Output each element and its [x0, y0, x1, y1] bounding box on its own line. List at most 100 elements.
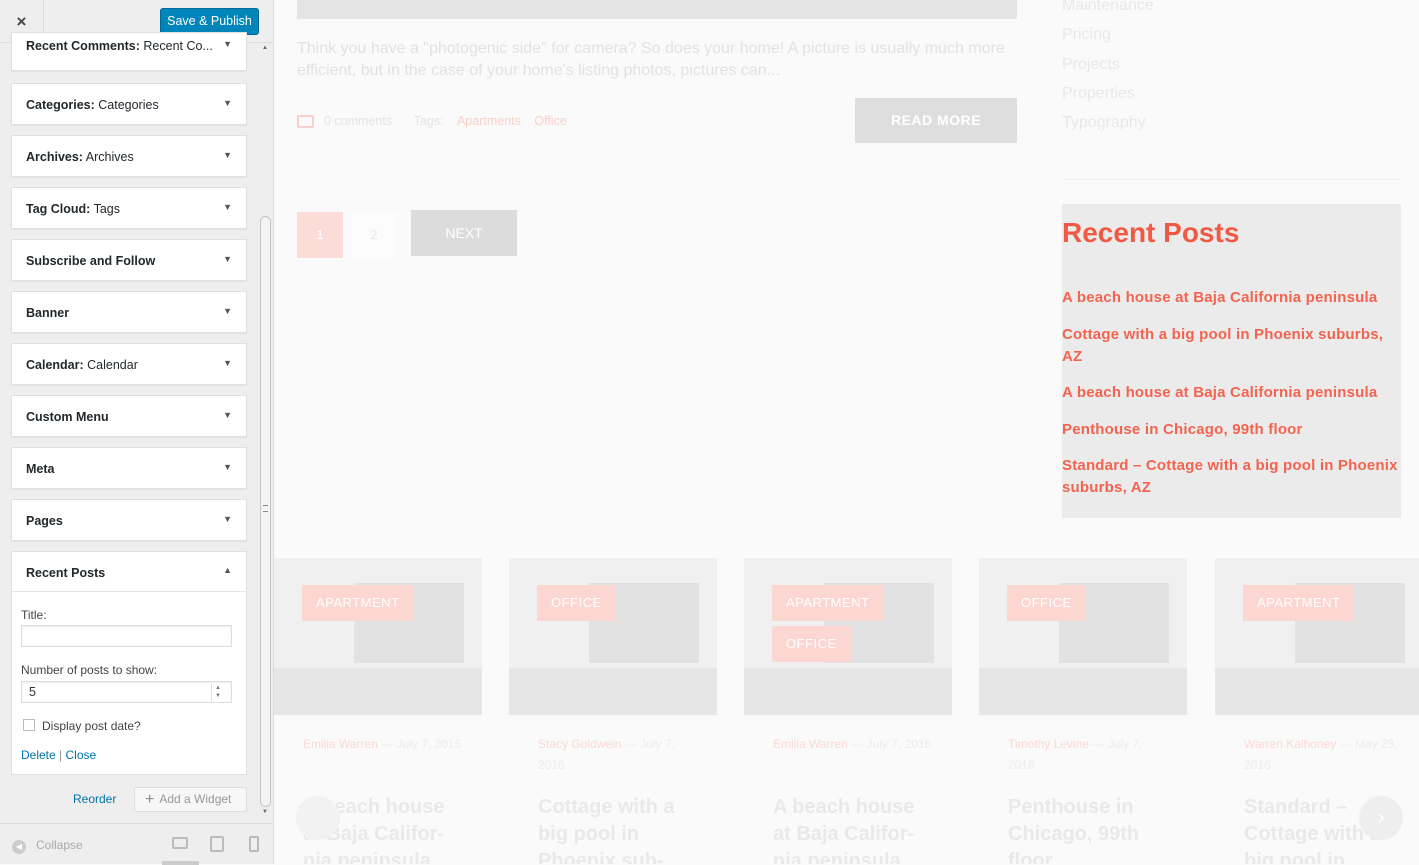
tag-link[interactable]: Office [534, 114, 566, 128]
carousel-next-icon[interactable]: › [1359, 796, 1403, 840]
expand-arrow-icon[interactable]: ▼ [223, 514, 232, 524]
property-card[interactable]: OFFICE Stacy Goldwein — July 7, 2016 Cot… [509, 558, 717, 864]
property-tag[interactable]: OFFICE [537, 585, 616, 621]
title-field-label: Title: [21, 608, 47, 622]
recent-post-link[interactable]: Penthouse in Chicago, 99th floor [1062, 419, 1401, 441]
tag-link[interactable]: Apartments [457, 114, 521, 128]
post-image [297, 0, 1017, 19]
close-link[interactable]: Close [66, 748, 97, 762]
card-author[interactable]: Timothy Levine [1008, 737, 1089, 751]
widget-calendar[interactable]: Calendar: Calendar ▼ [11, 343, 247, 385]
number-stepper[interactable]: ▲ ▼ [211, 684, 224, 702]
title-field[interactable] [21, 625, 232, 647]
sidebar-link[interactable]: Properties [1062, 79, 1154, 108]
page-2-link[interactable]: 2 [351, 212, 397, 258]
expand-arrow-icon[interactable]: ▼ [223, 254, 232, 264]
grip-icon [263, 505, 268, 512]
property-image [274, 558, 482, 715]
recent-post-link[interactable]: A beach house at Baja California peninsu… [1062, 382, 1401, 404]
expand-arrow-icon[interactable]: ▼ [223, 462, 232, 472]
collapse-button[interactable]: ◀ Collapse [12, 838, 83, 854]
card-title[interactable]: Cottage with a big pool in Phoenix sub- [538, 794, 698, 864]
page-1-link[interactable]: 1 [297, 212, 343, 258]
property-card[interactable]: OFFICE Timothy Levine — July 7, 2016 Pen… [979, 558, 1187, 864]
save-publish-button[interactable]: Save & Publish [160, 8, 259, 35]
widget-recent-posts-header[interactable]: Recent Posts ▲ [12, 552, 246, 592]
comment-count[interactable]: 0 comments [324, 114, 392, 128]
card-author[interactable]: Emilia Warren [773, 737, 848, 751]
widget-title: Pages [26, 514, 63, 528]
tags-label: Tags: [413, 114, 444, 128]
scrollbar-thumb[interactable] [260, 216, 271, 807]
widget-title: Archives: [26, 150, 83, 164]
desktop-preview-icon[interactable] [172, 837, 188, 849]
card-title[interactable]: Penthouse in Chicago, 99th floor [1008, 794, 1168, 864]
expand-arrow-icon[interactable]: ▼ [223, 150, 232, 160]
widget-pages[interactable]: Pages ▼ [11, 499, 247, 541]
widget-subtitle: Calendar [83, 358, 138, 372]
reorder-link[interactable]: Reorder [73, 792, 116, 806]
expand-arrow-icon[interactable]: ▼ [223, 39, 232, 49]
plus-icon: + [145, 791, 155, 809]
expand-arrow-icon[interactable]: ▼ [223, 358, 232, 368]
widget-tag-cloud[interactable]: Tag Cloud: Tags ▼ [11, 187, 247, 229]
expand-arrow-icon[interactable]: ▼ [223, 202, 232, 212]
active-device-indicator [162, 861, 199, 865]
sidebar-link[interactable]: Typography [1062, 108, 1154, 137]
widget-recent-comments[interactable]: Recent Comments: Recent Co... ▼ [11, 32, 247, 71]
card-date: — July 7, 2016 [847, 737, 932, 751]
property-tag[interactable]: OFFICE [772, 626, 851, 662]
card-author[interactable]: Stacy Goldwein [538, 737, 621, 751]
widget-title: Recent Comments: [26, 39, 140, 53]
recent-post-link[interactable]: A beach house at Baja California peninsu… [1062, 287, 1401, 309]
carousel-prev-button[interactable] [296, 796, 340, 840]
property-tag[interactable]: APARTMENT [1243, 585, 1355, 621]
widget-title: Categories: [26, 98, 95, 112]
recent-post-link[interactable]: Cottage with a big pool in Phoenix subur… [1062, 324, 1401, 368]
widget-archives[interactable]: Archives: Archives ▼ [11, 135, 247, 177]
expand-arrow-icon[interactable]: ▼ [223, 306, 232, 316]
add-widget-button[interactable]: + Add a Widget [134, 787, 247, 812]
widget-subtitle: Tags [90, 202, 120, 216]
comment-icon [297, 115, 314, 129]
scroll-up-icon[interactable]: ▲ [262, 45, 268, 51]
mobile-preview-icon[interactable] [249, 836, 259, 852]
sidebar-link[interactable]: Projects [1062, 50, 1154, 79]
tablet-preview-icon[interactable] [210, 836, 224, 852]
widget-categories[interactable]: Categories: Categories ▼ [11, 83, 247, 125]
card-date: — July 7, 2016 [377, 737, 462, 751]
collapse-arrow-icon[interactable]: ▲ [223, 565, 232, 575]
expand-arrow-icon[interactable]: ▼ [223, 98, 232, 108]
widget-title: Custom Menu [26, 410, 109, 424]
read-more-button[interactable]: READ MORE [855, 98, 1017, 143]
customizer-footer: ◀ Collapse [0, 823, 273, 865]
post-count-input[interactable]: 5 [21, 681, 232, 703]
widget-title: Meta [26, 462, 55, 476]
next-page-button[interactable]: NEXT [411, 210, 517, 256]
sidebar-pages-list: Maintenance Pricing Projects Properties … [1062, 0, 1154, 137]
card-author[interactable]: Warren Kalhoney [1244, 737, 1336, 751]
card-title[interactable]: A beach house at Baja Califor- nia penin… [773, 794, 933, 864]
scroll-down-icon[interactable]: ▼ [262, 809, 268, 815]
post-meta: 0 comments Tags: Apartments Office [297, 114, 567, 129]
delete-link[interactable]: Delete [21, 748, 56, 762]
widget-custom-menu[interactable]: Custom Menu ▼ [11, 395, 247, 437]
expand-arrow-icon[interactable]: ▼ [223, 410, 232, 420]
property-tag[interactable]: APARTMENT [772, 585, 884, 621]
widget-subscribe-follow[interactable]: Subscribe and Follow ▼ [11, 239, 247, 281]
widget-meta[interactable]: Meta ▼ [11, 447, 247, 489]
link-separator: | [59, 748, 63, 762]
widget-title: Banner [26, 306, 70, 320]
sidebar-link[interactable]: Maintenance [1062, 0, 1154, 20]
widget-recent-posts-expanded: Recent Posts ▲ Title: Number of posts to… [11, 551, 247, 775]
widget-banner[interactable]: Banner ▼ [11, 291, 247, 333]
property-tag[interactable]: APARTMENT [302, 585, 414, 621]
display-date-checkbox[interactable] [23, 719, 35, 731]
recent-post-link[interactable]: Standard – Cottage with a big pool in Ph… [1062, 455, 1401, 499]
collapse-arrow-icon: ◀ [12, 840, 26, 854]
sidebar-link[interactable]: Pricing [1062, 20, 1154, 49]
property-tag[interactable]: OFFICE [1007, 585, 1086, 621]
sidebar-divider [1062, 179, 1401, 180]
card-author[interactable]: Emilia Warren [303, 737, 378, 751]
property-card[interactable]: APARTMENT OFFICE Emilia Warren — July 7,… [744, 558, 952, 864]
